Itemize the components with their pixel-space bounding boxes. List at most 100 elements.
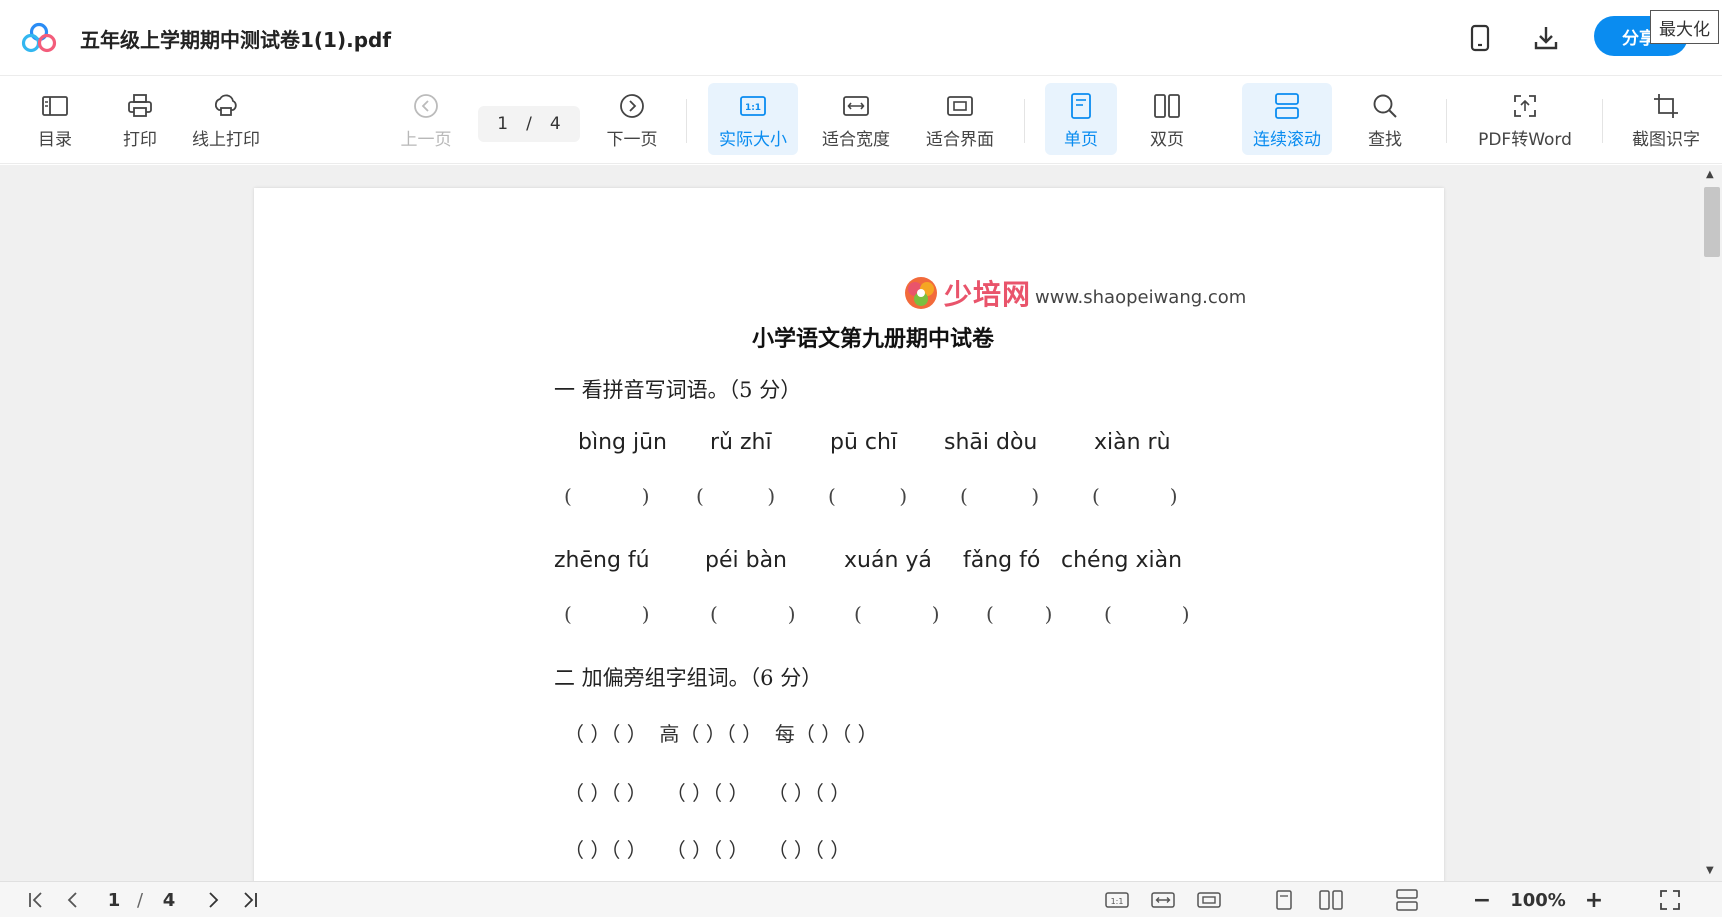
answer-blank: ( ) (1092, 484, 1178, 508)
online-print-button[interactable]: 线上打印 (188, 83, 264, 155)
exam-title: 小学语文第九册期中试卷 (752, 326, 995, 352)
continuous-scroll-button[interactable]: 连续滚动 (1242, 83, 1332, 155)
pinyin-item: pū chī (830, 430, 898, 455)
toolbar-divider (1446, 99, 1447, 143)
exercise-line: （ ）（ ） （ ）（ ） （ ）（ ） (564, 781, 851, 805)
scrollbar-thumb[interactable] (1704, 187, 1720, 257)
answer-blank: ( ) (710, 602, 796, 626)
next-page-label: 下一页 (606, 130, 658, 150)
app-logo (21, 22, 57, 53)
single-page-small-button[interactable] (1270, 882, 1298, 917)
next-page-small-button[interactable] (200, 882, 226, 917)
toc-icon (42, 96, 68, 116)
double-page-icon (1154, 94, 1180, 118)
chevron-right-circle-icon (620, 94, 644, 118)
site-brand: 少培网 (944, 278, 1032, 311)
zoom-level[interactable]: 100% (1506, 882, 1570, 917)
double-page-icon (1319, 890, 1343, 910)
toolbar: 目录 打印 线上打印 上一页 1 / 4 下一页 1:1 实际大小 适合宽度 适… (0, 77, 1722, 164)
zoom-out-button[interactable]: − (1470, 882, 1494, 917)
status-current-page[interactable]: 1 (104, 882, 124, 917)
actual-size-icon: 1:1 (1105, 892, 1129, 908)
fit-width-icon (1151, 892, 1175, 908)
fit-width-label: 适合宽度 (822, 130, 890, 150)
single-page-button[interactable]: 单页 (1045, 83, 1117, 155)
fit-width-button[interactable]: 适合宽度 (818, 83, 894, 155)
cloud-print-icon (214, 94, 237, 116)
fit-screen-small-button[interactable] (1194, 882, 1224, 917)
pinyin-item: péi bàn (705, 548, 787, 573)
current-page: 1 (497, 114, 509, 134)
fit-width-small-button[interactable] (1148, 882, 1178, 917)
search-icon (1373, 94, 1397, 118)
screenshot-ocr-label: 截图识字 (1632, 130, 1700, 150)
total-pages: 4 (549, 114, 561, 134)
print-button[interactable]: 打印 (119, 83, 161, 155)
maximize-tooltip: 最大化 (1650, 10, 1719, 44)
scroll-down-icon[interactable]: ▼ (1706, 865, 1714, 876)
page-input[interactable]: 1 / 4 (478, 106, 580, 142)
crop-icon (1654, 94, 1678, 118)
download-button[interactable] (1528, 20, 1564, 56)
toolbar-divider (686, 99, 687, 143)
svg-text:1:1: 1:1 (1111, 897, 1124, 906)
actual-size-button[interactable]: 1:1 实际大小 (708, 83, 798, 155)
convert-icon (1514, 95, 1536, 117)
answer-blank: ( ) (564, 484, 650, 508)
prev-page-small-button[interactable] (60, 882, 86, 917)
continuous-scroll-icon (1396, 889, 1418, 911)
svg-text:1:1: 1:1 (745, 103, 761, 113)
screenshot-ocr-button[interactable]: 截图识字 (1628, 83, 1704, 155)
actual-size-small-button[interactable]: 1:1 (1102, 882, 1132, 917)
answer-blank: ( ) (854, 602, 940, 626)
find-label: 查找 (1368, 130, 1402, 150)
prev-page-button[interactable]: 上一页 (398, 83, 454, 155)
first-page-icon (29, 892, 42, 908)
site-logo: 少培网 www.shaopeiwang.com (902, 273, 1246, 313)
pinyin-item: rǔ zhī (710, 430, 772, 455)
online-print-label: 线上打印 (192, 130, 260, 150)
document-viewer[interactable]: 少培网 www.shaopeiwang.com 小学语文第九册期中试卷 一 看拼… (0, 165, 1722, 881)
double-page-button[interactable]: 双页 (1144, 83, 1190, 155)
find-button[interactable]: 查找 (1362, 83, 1408, 155)
first-page-button[interactable] (22, 882, 50, 917)
status-bar: 1 / 4 1:1 − 100% + (0, 881, 1722, 917)
continuous-scroll-label: 连续滚动 (1253, 130, 1321, 150)
pdf-to-word-button[interactable]: PDF转Word (1472, 83, 1578, 155)
pinyin-item: zhēng fú (554, 548, 650, 573)
fit-screen-label: 适合界面 (926, 130, 994, 150)
double-page-small-button[interactable] (1316, 882, 1346, 917)
minus-icon: − (1472, 887, 1492, 913)
pinyin-item: fǎng fó (963, 548, 1041, 573)
plus-icon: + (1584, 887, 1604, 913)
status-page-separator: / (136, 889, 144, 911)
section-2-heading: 二 加偏旁组字组词。（6 分） (554, 666, 823, 690)
pdf-page: 少培网 www.shaopeiwang.com 小学语文第九册期中试卷 一 看拼… (254, 188, 1444, 881)
toc-button[interactable]: 目录 (34, 83, 76, 155)
last-page-button[interactable] (236, 882, 264, 917)
flower-logo-icon (905, 277, 937, 309)
answer-blank: ( ) (960, 484, 1040, 508)
single-page-icon (1071, 93, 1091, 119)
scroll-up-icon[interactable]: ▲ (1706, 169, 1714, 180)
title-bar: 五年级上学期期中测试卷1(1).pdf 分享 最大化 (0, 0, 1722, 76)
continuous-scroll-small-button[interactable] (1392, 882, 1422, 917)
single-page-icon (1276, 890, 1292, 910)
actual-size-icon: 1:1 (740, 96, 766, 116)
phone-view-button[interactable] (1462, 20, 1498, 56)
status-total-pages: 4 (162, 889, 176, 911)
page-separator: / (526, 114, 532, 134)
zoom-in-button[interactable]: + (1582, 882, 1606, 917)
fit-screen-icon (947, 96, 973, 116)
fit-screen-button[interactable]: 适合界面 (922, 83, 998, 155)
toc-label: 目录 (38, 130, 72, 150)
fullscreen-icon (1660, 890, 1680, 910)
vertical-scrollbar[interactable]: ▲ ▼ (1700, 165, 1722, 881)
fullscreen-button[interactable] (1656, 882, 1684, 917)
single-page-label: 单页 (1064, 130, 1098, 150)
pinyin-item: xiàn rù (1094, 430, 1171, 455)
prev-page-label: 上一页 (400, 130, 452, 150)
double-page-label: 双页 (1150, 130, 1184, 150)
exercise-line: （ ）（ ） （ ）（ ） （ ）（ ） (564, 838, 851, 862)
next-page-button[interactable]: 下一页 (604, 83, 660, 155)
